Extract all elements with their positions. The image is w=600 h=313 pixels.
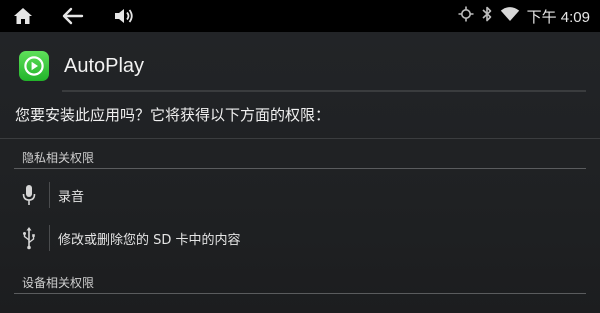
permission-separator (49, 182, 50, 208)
status-bar: 下午 4:09 (0, 0, 600, 32)
app-name: AutoPlay (64, 55, 145, 77)
screen: 下午 4:09 AutoPlay 您要安装此应用吗？它将获得以下方面的权限： 隐… (0, 0, 600, 313)
back-icon[interactable] (58, 0, 88, 32)
permission-item-record-audio[interactable]: 录音 (0, 175, 600, 215)
permission-separator (49, 225, 50, 251)
section-divider (14, 168, 586, 169)
volume-icon[interactable] (110, 0, 138, 32)
home-icon[interactable] (8, 0, 38, 32)
permission-item-sd-card[interactable]: 修改或删除您的 SD 卡中的内容 (0, 218, 600, 258)
install-dialog: AutoPlay 您要安装此应用吗？它将获得以下方面的权限： 隐私相关权限 录音 (0, 32, 600, 313)
section-title-privacy: 隐私相关权限 (22, 151, 95, 165)
bluetooth-icon (481, 5, 493, 27)
clock: 下午 4:09 (526, 8, 590, 26)
header-divider (62, 90, 586, 92)
location-icon (458, 6, 474, 26)
section-title-device: 设备相关权限 (22, 276, 95, 290)
divider (0, 138, 600, 139)
app-header: AutoPlay (0, 32, 600, 90)
status-indicators: 下午 4:09 (458, 0, 590, 32)
permission-label: 修改或删除您的 SD 卡中的内容 (58, 233, 241, 248)
permission-label: 录音 (58, 190, 85, 205)
microphone-icon (18, 183, 40, 207)
wifi-icon (500, 6, 520, 26)
usb-icon (18, 226, 40, 250)
install-question: 您要安装此应用吗？它将获得以下方面的权限： (15, 106, 331, 124)
carplay-app-icon (19, 51, 49, 81)
section-divider (14, 293, 586, 294)
